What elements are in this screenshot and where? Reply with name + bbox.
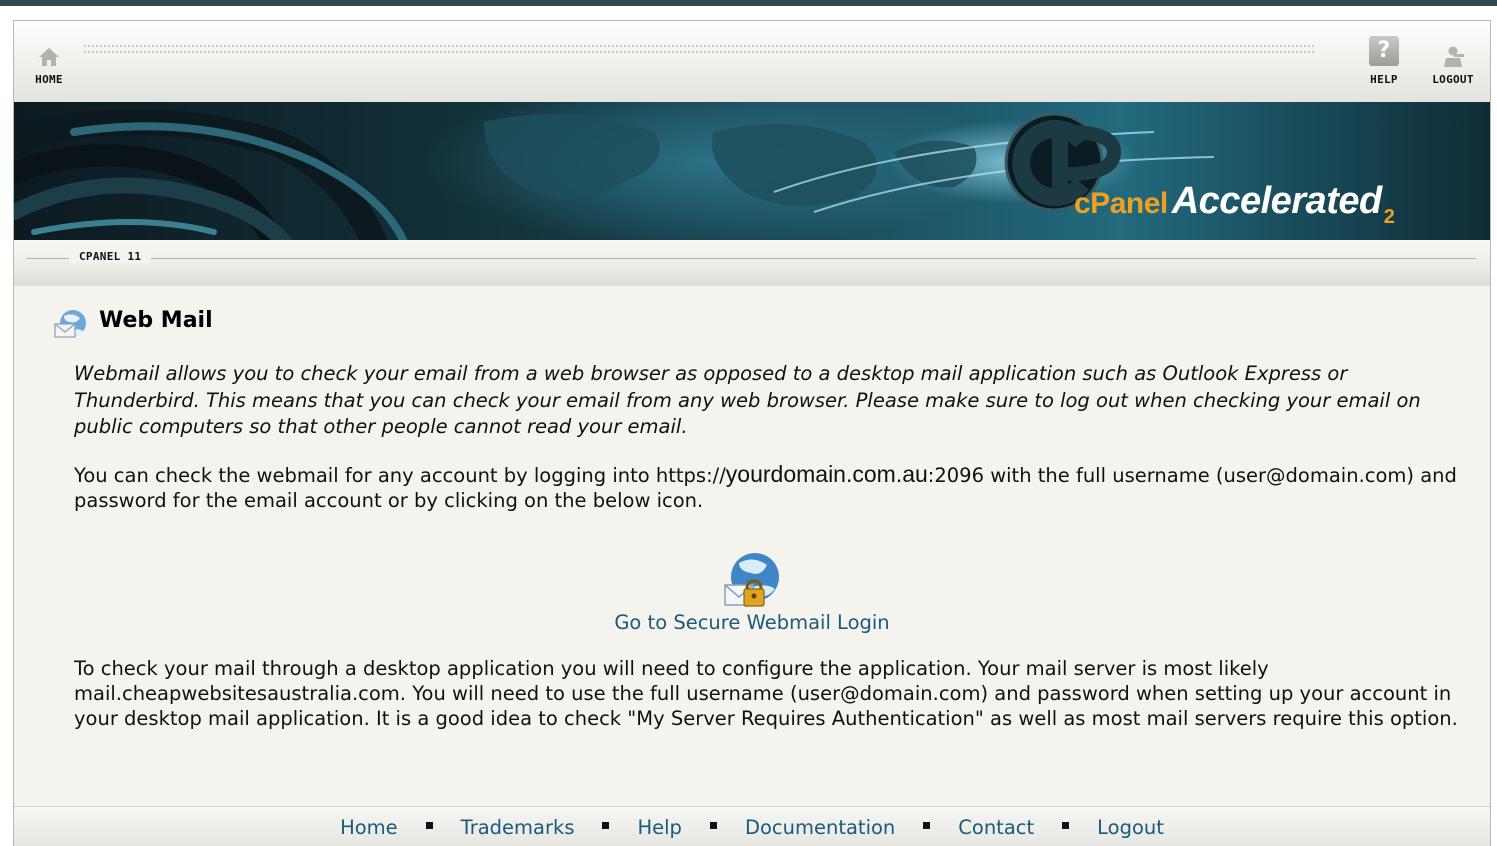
page-frame: HOME ? HELP LOGOUT cPanel Accelerated 2 … bbox=[0, 0, 1497, 846]
footer-separator bbox=[709, 822, 717, 829]
page-title: Web Mail bbox=[99, 308, 213, 333]
section-label: CPANEL 11 bbox=[69, 250, 152, 263]
footer-link-contact[interactable]: Contact bbox=[958, 816, 1034, 839]
desktop-paragraph: To check your mail through a desktop app… bbox=[74, 657, 1458, 730]
footer: Home Trademarks Help Documentation Contact Lo… bbox=[14, 806, 1490, 846]
secure-webmail-link-text[interactable]: Go to Secure Webmail Login bbox=[614, 611, 889, 634]
logout-label: LOGOUT bbox=[1432, 73, 1474, 86]
access-paragraph: You can check the webmail for any accoun… bbox=[74, 462, 1464, 513]
footer-link-logout[interactable]: Logout bbox=[1097, 816, 1164, 839]
footer-separator bbox=[1062, 822, 1070, 829]
home-icon bbox=[39, 48, 59, 66]
footer-links: Home Trademarks Help Documentation Contact Lo… bbox=[14, 816, 1490, 839]
help-label: HELP bbox=[1370, 73, 1398, 86]
footer-link-help[interactable]: Help bbox=[637, 816, 681, 839]
access-text-before: You can check the webmail for any accoun… bbox=[74, 464, 726, 487]
section-divider bbox=[26, 258, 1476, 259]
secure-webmail-icon[interactable] bbox=[721, 551, 783, 611]
section-bar: CPANEL 11 bbox=[14, 240, 1490, 286]
footer-link-trademarks[interactable]: Trademarks bbox=[461, 816, 575, 839]
cpanel-window: HOME ? HELP LOGOUT cPanel Accelerated 2 … bbox=[13, 20, 1491, 846]
brand-logo: cPanel Accelerated 2 bbox=[1074, 180, 1395, 229]
top-nav: HOME ? HELP LOGOUT bbox=[14, 21, 1490, 102]
footer-link-documentation[interactable]: Documentation bbox=[745, 816, 895, 839]
webmail-globe-icon bbox=[54, 310, 86, 338]
footer-link-home[interactable]: Home bbox=[340, 816, 398, 839]
footer-separator bbox=[923, 822, 931, 829]
access-domain: yourdomain.com.au bbox=[725, 461, 928, 487]
nav-divider bbox=[84, 51, 1314, 55]
help-icon: ? bbox=[1369, 36, 1399, 66]
intro-paragraph: Webmail allows you to check your email f… bbox=[74, 362, 1421, 438]
logout-icon bbox=[1444, 46, 1464, 67]
cpanel-banner: cPanel Accelerated 2 bbox=[14, 102, 1490, 240]
brand-version-text: 2 bbox=[1383, 206, 1395, 228]
brand-cpanel-text: cPanel bbox=[1074, 187, 1168, 220]
brand-accelerated-text: Accelerated bbox=[1171, 180, 1382, 222]
secure-webmail-login[interactable]: Go to Secure Webmail Login bbox=[14, 551, 1490, 634]
footer-separator bbox=[425, 822, 433, 829]
home-label: HOME bbox=[35, 73, 63, 86]
footer-separator bbox=[602, 822, 610, 829]
nav-divider bbox=[84, 45, 1314, 49]
